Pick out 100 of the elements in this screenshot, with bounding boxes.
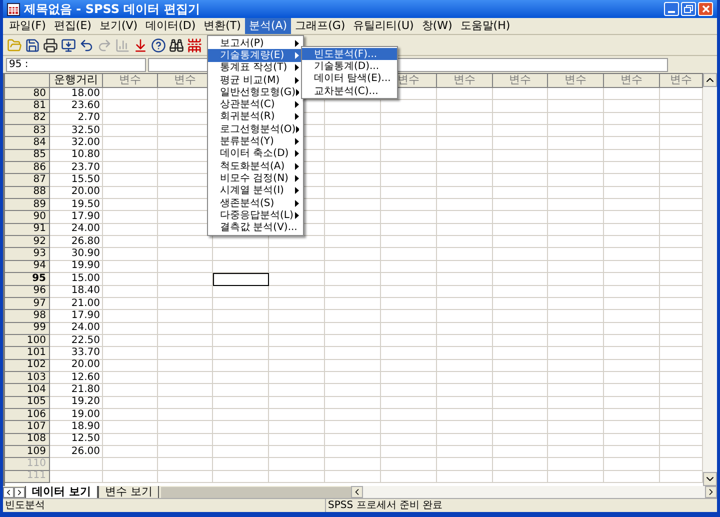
table-cell[interactable]	[604, 236, 660, 248]
table-cell[interactable]	[548, 88, 604, 100]
table-cell[interactable]	[50, 458, 103, 471]
scroll-down-icon[interactable]	[703, 472, 717, 486]
table-cell[interactable]	[103, 470, 158, 483]
table-cell[interactable]: 12.50	[50, 434, 103, 446]
table-cell[interactable]	[604, 310, 660, 323]
table-cell[interactable]	[604, 150, 660, 162]
scroll-right-icon[interactable]	[705, 486, 717, 498]
table-cell[interactable]	[158, 408, 213, 422]
menu-item[interactable]: 척도화분석(A)	[208, 160, 303, 172]
table-cell[interactable]	[493, 298, 548, 310]
table-cell[interactable]	[158, 470, 213, 483]
table-cell[interactable]: 19.20	[50, 396, 103, 409]
binoculars-icon[interactable]	[169, 38, 184, 52]
table-cell[interactable]	[381, 236, 437, 248]
table-cell[interactable]	[548, 248, 604, 261]
insert-row-icon[interactable]	[187, 38, 202, 52]
table-cell[interactable]	[269, 360, 325, 372]
table-cell[interactable]: 23.60	[50, 100, 103, 113]
column-header[interactable]: 변수	[493, 74, 548, 88]
table-cell[interactable]	[213, 322, 269, 335]
table-cell[interactable]: 20.00	[50, 360, 103, 372]
table-cell[interactable]	[493, 286, 548, 298]
table-cell[interactable]	[269, 347, 325, 360]
table-cell[interactable]	[493, 446, 548, 458]
table-cell[interactable]	[493, 137, 548, 150]
table-cell[interactable]	[381, 100, 437, 113]
table-cell[interactable]	[381, 150, 437, 162]
table-cell[interactable]	[381, 347, 437, 360]
table-cell[interactable]	[548, 446, 604, 458]
table-cell[interactable]	[325, 273, 381, 286]
table-cell[interactable]	[158, 384, 213, 397]
table-cell[interactable]: 26.80	[50, 236, 103, 248]
row-header[interactable]: 94	[5, 260, 50, 274]
row-header[interactable]: 104	[5, 384, 50, 397]
menu-item[interactable]: 빈도분석(F)...	[302, 48, 397, 60]
table-cell[interactable]	[158, 347, 213, 360]
table-cell[interactable]	[269, 458, 325, 471]
table-cell[interactable]	[325, 248, 381, 261]
table-cell[interactable]: 22.50	[50, 334, 103, 348]
table-cell[interactable]: 19.50	[50, 199, 103, 212]
column-header[interactable]: 변수	[103, 74, 158, 88]
menu-item[interactable]: 일반선형모형(G)	[208, 86, 303, 98]
table-cell[interactable]	[381, 199, 437, 212]
menu-item[interactable]: 로그선형분석(O)	[208, 123, 303, 136]
table-cell[interactable]	[493, 458, 548, 471]
table-cell[interactable]	[103, 199, 158, 212]
menu-item[interactable]: 보기(V)	[95, 18, 142, 34]
table-cell[interactable]	[548, 334, 604, 348]
table-cell[interactable]	[604, 384, 660, 397]
table-cell[interactable]	[325, 458, 381, 471]
row-header[interactable]: 92	[5, 236, 50, 248]
table-cell[interactable]	[269, 470, 325, 483]
menu-item[interactable]: 유틸리티(U)	[349, 18, 418, 34]
table-cell[interactable]	[103, 322, 158, 335]
table-cell[interactable]	[103, 408, 158, 422]
row-header[interactable]: 83	[5, 125, 50, 138]
row-header[interactable]: 101	[5, 347, 50, 360]
scroll-left-icon[interactable]	[351, 486, 364, 498]
table-cell[interactable]	[213, 434, 269, 446]
table-cell[interactable]: 15.00	[50, 273, 103, 286]
table-cell[interactable]	[381, 174, 437, 187]
goto-icon[interactable]	[133, 38, 148, 52]
table-cell[interactable]	[213, 347, 269, 360]
menu-item[interactable]: 기술통계량(E)	[208, 49, 303, 62]
table-cell[interactable]	[213, 360, 269, 372]
table-cell[interactable]	[381, 137, 437, 150]
table-cell[interactable]	[381, 211, 437, 224]
table-cell[interactable]	[103, 100, 158, 113]
table-cell[interactable]	[381, 434, 437, 446]
table-cell[interactable]	[103, 458, 158, 471]
table-cell[interactable]	[269, 298, 325, 310]
table-cell[interactable]	[548, 236, 604, 248]
table-cell[interactable]	[213, 470, 269, 483]
vertical-scrollbar[interactable]	[703, 73, 717, 486]
row-header[interactable]: 109	[5, 446, 50, 458]
row-header[interactable]: 80	[5, 88, 50, 100]
table-cell[interactable]: 10.80	[50, 150, 103, 162]
table-cell[interactable]: 17.90	[50, 211, 103, 224]
table-cell[interactable]	[604, 162, 660, 174]
menu-item[interactable]: 파일(F)	[5, 18, 50, 34]
table-cell[interactable]	[381, 112, 437, 126]
table-cell[interactable]	[493, 408, 548, 422]
row-header[interactable]: 108	[5, 434, 50, 446]
menu-item[interactable]: 통계표 작성(T)	[208, 62, 303, 74]
table-cell[interactable]	[381, 273, 437, 286]
help-icon[interactable]	[151, 38, 166, 52]
table-cell[interactable]	[381, 260, 437, 274]
table-cell[interactable]	[437, 434, 493, 446]
table-cell[interactable]	[548, 310, 604, 323]
table-cell[interactable]	[381, 186, 437, 200]
table-cell[interactable]	[381, 310, 437, 323]
table-cell[interactable]	[493, 322, 548, 335]
table-cell[interactable]	[548, 125, 604, 138]
table-cell[interactable]	[158, 298, 213, 310]
table-cell[interactable]	[604, 434, 660, 446]
table-cell[interactable]	[158, 421, 213, 434]
table-cell[interactable]	[493, 88, 548, 100]
table-cell[interactable]	[437, 446, 493, 458]
